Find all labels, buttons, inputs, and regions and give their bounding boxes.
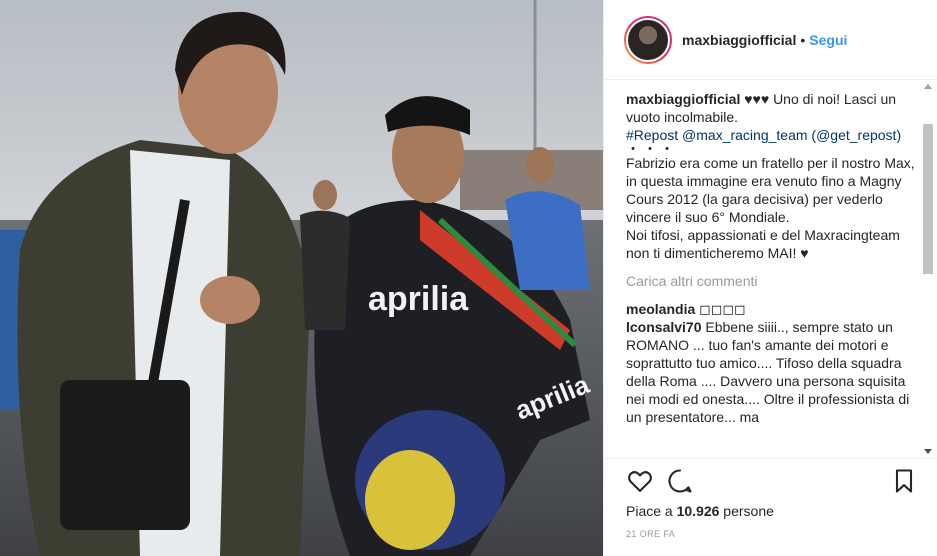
scroll-down-arrow-icon[interactable] <box>924 449 932 454</box>
avatar[interactable] <box>626 17 670 62</box>
post-photo[interactable]: aprilia aprilia <box>0 0 603 556</box>
header-username[interactable]: maxbiaggiofficial <box>682 32 796 48</box>
likes-count[interactable]: Piace a 10.926 persone <box>626 503 774 519</box>
post-actions: Piace a 10.926 persone 21 ORE FA <box>604 458 937 556</box>
comment-text: ◻◻◻◻ <box>695 301 746 317</box>
likes-number: 10.926 <box>676 503 720 519</box>
comment-username[interactable]: lconsalvi70 <box>626 319 702 335</box>
comment-item: lconsalvi70 Ebbene siiii.., sempre stato… <box>626 318 916 426</box>
comments-scrollbar[interactable] <box>921 82 935 456</box>
caption-dots: ・・・ <box>626 141 677 157</box>
likes-suffix: persone <box>719 503 774 519</box>
post-header: maxbiaggiofficial • Segui <box>604 0 937 80</box>
bookmark-icon[interactable] <box>890 467 918 495</box>
post-sidebar: maxbiaggiofficial • Segui maxbiaggioffic… <box>603 0 937 556</box>
likes-prefix: Piace a <box>626 503 677 519</box>
header-separator: • <box>800 31 806 48</box>
comment-username[interactable]: meolandia <box>626 301 695 317</box>
post-timestamp[interactable]: 21 ORE FA <box>626 529 675 539</box>
caption-body-1: Fabrizio era come un fratello per il nos… <box>626 155 915 225</box>
scrollbar-thumb[interactable] <box>923 124 933 274</box>
caption-username[interactable]: maxbiaggiofficial <box>626 91 740 107</box>
aprilia-logo-text: aprilia <box>368 280 469 318</box>
avatar-story-ring[interactable] <box>624 15 672 64</box>
heart-icon[interactable] <box>626 467 654 495</box>
caption-body-2: Noi tifosi, appassionati e del Maxracing… <box>626 227 900 261</box>
comment-icon[interactable] <box>666 467 694 495</box>
photo-illustration: aprilia aprilia <box>0 0 603 556</box>
comments-section: maxbiaggiofficial ♥♥♥ Uno di noi! Lasci … <box>626 90 916 458</box>
follow-button[interactable]: Segui <box>809 32 847 48</box>
instagram-post: aprilia aprilia maxbiaggiofficial • Segu… <box>0 0 937 556</box>
caption: maxbiaggiofficial ♥♥♥ Uno di noi! Lasci … <box>626 90 916 262</box>
load-more-comments-button[interactable]: Carica altri commenti <box>626 272 916 290</box>
comment-item: meolandia ◻◻◻◻ <box>626 300 916 318</box>
scroll-up-arrow-icon[interactable] <box>924 84 932 89</box>
